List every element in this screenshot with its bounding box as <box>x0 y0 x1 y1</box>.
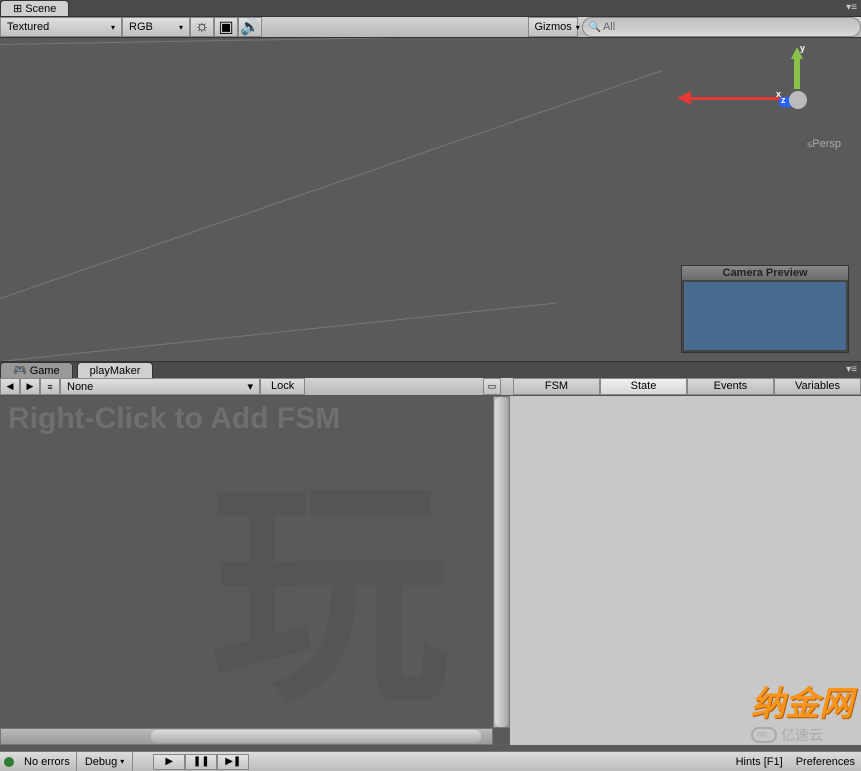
tab-state[interactable]: State <box>600 378 687 395</box>
status-bar: No errors Debug ▾ ▶ ❚❚ ▶❚ Hints [F1] Pre… <box>0 751 861 771</box>
shading-mode-dropdown[interactable]: Textured ▾ <box>0 17 122 37</box>
canvas-watermark: 玩 <box>210 476 450 716</box>
scene-toolbar: Textured ▾ RGB ▾ ☼ ▣ 🔊 Gizmos ▾ 🔍 All <box>0 17 861 38</box>
tab-game[interactable]: 🎮 Game <box>0 362 73 378</box>
gizmo-center <box>789 91 807 109</box>
grid-line <box>0 302 557 361</box>
chevron-down-icon: ▾ <box>576 23 580 32</box>
play-icon: ▶ <box>165 756 173 767</box>
panel-menu-icon[interactable]: ▾≡ <box>846 2 857 13</box>
lock-button[interactable]: Lock <box>260 378 305 395</box>
render-mode-label: RGB <box>129 21 153 33</box>
scene-tab-row: ⊞ Scene ▾≡ <box>0 0 861 17</box>
menu-icon: ≡ <box>47 382 52 392</box>
x-axis-cone <box>677 91 691 105</box>
camera-preview-viewport <box>682 280 848 352</box>
playmaker-tabs: FSM State Events Variables <box>513 378 861 395</box>
status-indicator-icon <box>4 757 14 767</box>
cloud-icon <box>751 727 777 743</box>
projection-label[interactable]: ≤Persp <box>807 138 841 150</box>
gizmos-label: Gizmos <box>535 21 572 33</box>
y-label: y <box>800 43 805 53</box>
search-prefix: All <box>603 21 615 33</box>
y-axis <box>794 55 800 89</box>
fsm-selector-dropdown[interactable]: None ▾ <box>60 378 260 395</box>
fsm-canvas[interactable]: Right-Click to Add FSM 玩 <box>0 396 510 745</box>
chevron-down-icon: ▾ <box>247 380 253 393</box>
watermark-logo: 纳金网 亿速云 <box>751 676 853 745</box>
search-input[interactable] <box>615 21 854 33</box>
image-icon: ▣ <box>218 17 233 37</box>
nav-forward-icon: ▶ <box>27 381 34 392</box>
play-controls: ▶ ❚❚ ▶❚ <box>153 754 249 770</box>
pause-button[interactable]: ❚❚ <box>185 754 217 770</box>
step-button[interactable]: ▶❚ <box>217 754 249 770</box>
game-tab-label: Game <box>30 365 60 377</box>
game-icon: 🎮 <box>13 364 27 377</box>
panel-menu-icon[interactable]: ▾≡ <box>846 364 857 375</box>
shading-mode-label: Textured <box>7 21 49 33</box>
add-fsm-hint: Right-Click to Add FSM <box>0 396 510 442</box>
tab-scene[interactable]: ⊞ Scene <box>0 0 69 16</box>
grid-line <box>0 38 560 45</box>
nav-back-icon: ◀ <box>7 381 14 392</box>
nav-menu-button[interactable]: ≡ <box>40 378 60 395</box>
playmaker-tab-label: playMaker <box>90 365 141 377</box>
watermark-sub: 亿速云 <box>751 725 853 745</box>
lower-tab-row: 🎮 Game playMaker ▾≡ <box>0 361 861 378</box>
search-icon: 🔍 <box>589 22 601 33</box>
camera-preview-title: Camera Preview <box>682 266 848 280</box>
chevron-down-icon: ▾ <box>111 23 115 32</box>
debug-dropdown[interactable]: Debug ▾ <box>77 756 132 768</box>
render-mode-dropdown[interactable]: RGB ▾ <box>122 17 190 37</box>
play-button[interactable]: ▶ <box>153 754 185 770</box>
skybox-toggle[interactable]: ▣ <box>214 17 238 37</box>
scene-viewport[interactable]: y x z ≤Persp Camera Preview <box>0 38 861 361</box>
playmaker-body: Right-Click to Add FSM 玩 <box>0 396 861 745</box>
scene-search[interactable]: 🔍 All <box>582 17 861 37</box>
tab-variables[interactable]: Variables <box>774 378 861 395</box>
canvas-vertical-scrollbar[interactable] <box>493 396 510 728</box>
tab-events[interactable]: Events <box>687 378 774 395</box>
audio-toggle[interactable]: 🔊 <box>238 17 262 37</box>
orientation-gizmo[interactable]: y x z <box>751 53 841 143</box>
scrollbar-thumb[interactable] <box>495 397 508 727</box>
scene-tab-label: Scene <box>25 3 56 15</box>
watermark-cn: 纳金网 <box>751 676 853 725</box>
gizmos-dropdown[interactable]: Gizmos ▾ <box>528 17 578 37</box>
chevron-down-icon: ▾ <box>120 757 124 766</box>
nav-back-button[interactable]: ◀ <box>0 378 20 395</box>
lighting-toggle[interactable]: ☼ <box>190 17 214 37</box>
z-label: z <box>781 95 786 105</box>
chevron-down-icon: ▾ <box>179 23 183 32</box>
hints-button[interactable]: Hints [F1] <box>730 756 789 768</box>
playmaker-toolbar: ◀ ▶ ≡ None ▾ Lock ▭ FSM State Events Var… <box>0 378 861 396</box>
step-icon: ▶❚ <box>225 756 241 767</box>
tab-fsm[interactable]: FSM <box>513 378 600 395</box>
grid-icon: ⊞ <box>13 2 22 15</box>
canvas-horizontal-scrollbar[interactable] <box>0 728 493 745</box>
pause-icon: ❚❚ <box>193 756 210 767</box>
separator <box>132 752 133 771</box>
tab-playmaker[interactable]: playMaker <box>77 362 154 378</box>
audio-icon: 🔊 <box>240 17 260 37</box>
nav-forward-button[interactable]: ▶ <box>20 378 40 395</box>
preferences-button[interactable]: Preferences <box>790 756 861 768</box>
sun-icon: ☼ <box>195 18 210 36</box>
mini-button[interactable]: ▭ <box>483 378 501 395</box>
toolbar-spacer <box>262 17 528 37</box>
error-count[interactable]: No errors <box>18 756 76 768</box>
scrollbar-thumb[interactable] <box>151 730 481 743</box>
grid-line <box>0 70 662 299</box>
fsm-selector-label: None <box>67 381 93 393</box>
camera-preview-panel: Camera Preview <box>681 265 849 353</box>
